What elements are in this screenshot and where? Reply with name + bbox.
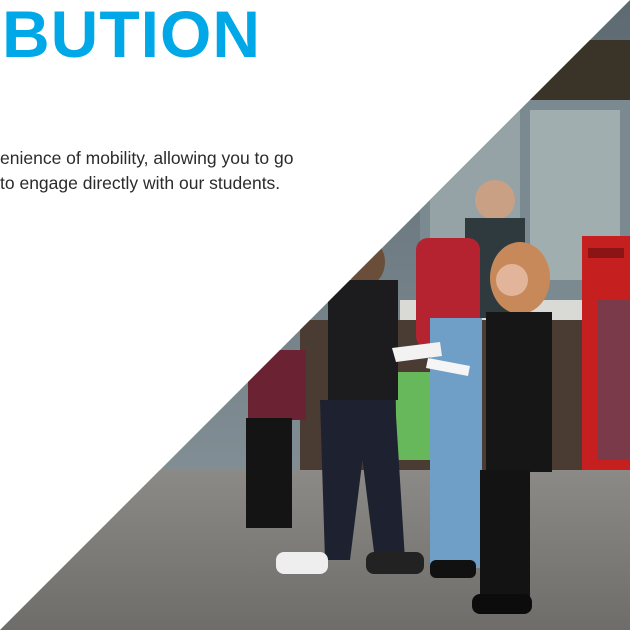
body-line-1: enience of mobility, allowing you to go (0, 148, 294, 168)
street-scene-photo (0, 0, 630, 630)
body-line-2: to engage directly with our students. (0, 173, 281, 193)
body-paragraph: enience of mobility, allowing you to go … (0, 146, 293, 196)
page-heading: BUTION (2, 0, 261, 71)
